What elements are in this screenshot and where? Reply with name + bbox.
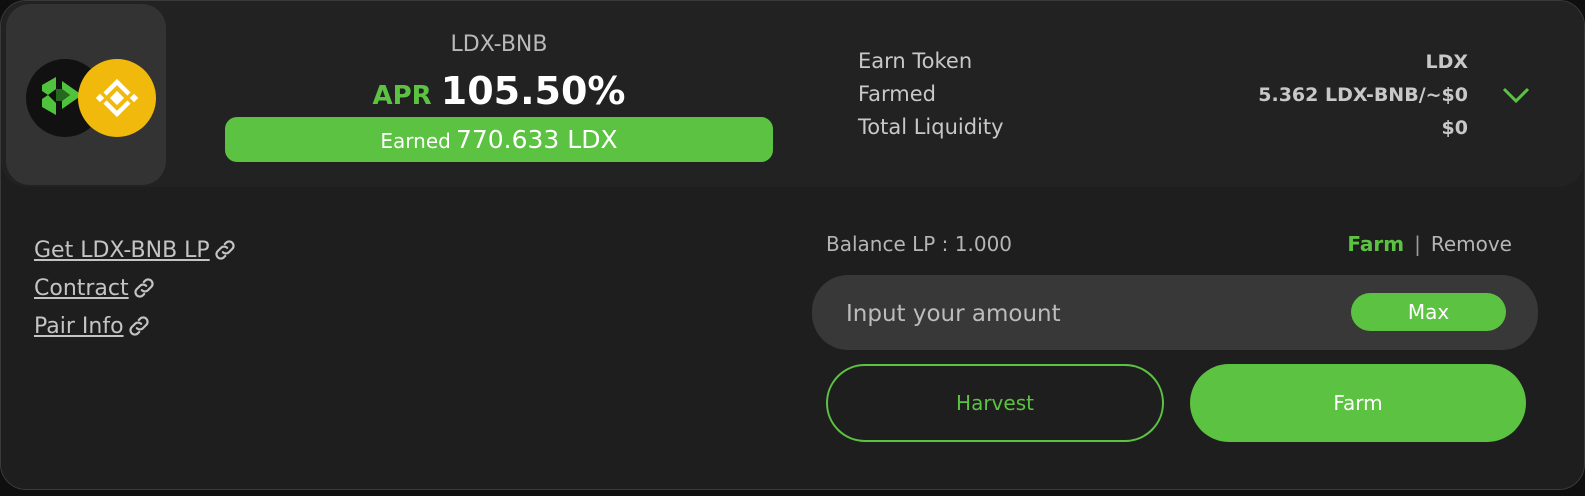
get-lp-link-label: Get LDX-BNB LP [34, 237, 210, 263]
farm-button[interactable]: Farm [1190, 364, 1526, 442]
total-liquidity-value: $0 [1441, 117, 1468, 139]
contract-link-label: Contract [34, 275, 129, 301]
earn-token-label: Earn Token [858, 49, 973, 73]
get-lp-link[interactable]: Get LDX-BNB LP [34, 231, 238, 269]
farm-card-header[interactable]: LDX-BNB APR 105.50% Earned 770.633 LDX E… [1, 1, 1584, 187]
earned-label: Earned [380, 129, 451, 153]
earn-token-value: LDX [1425, 51, 1468, 73]
link-icon [215, 240, 235, 260]
farmed-value: 5.362 LDX-BNB/~$0 [1258, 84, 1468, 106]
tab-separator: | [1414, 232, 1421, 256]
link-icon [128, 316, 149, 336]
link-icon [134, 278, 154, 298]
earned-value: 770.633 LDX [455, 125, 618, 154]
total-liquidity-label: Total Liquidity [858, 115, 1004, 139]
pair-info-link[interactable]: Pair Info [34, 307, 238, 345]
farm-card: LDX-BNB APR 105.50% Earned 770.633 LDX E… [0, 0, 1585, 490]
apr-value: 105.50% [440, 69, 626, 113]
tab-farm[interactable]: Farm [1347, 232, 1404, 256]
pair-info-link-label: Pair Info [34, 313, 124, 339]
tab-remove[interactable]: Remove [1431, 232, 1512, 256]
amount-input[interactable] [844, 275, 1328, 352]
bnb-logo-icon [78, 59, 156, 137]
chevron-down-icon[interactable] [1501, 85, 1531, 105]
pair-name: LDX-BNB [450, 32, 548, 57]
contract-link[interactable]: Contract [34, 269, 238, 307]
harvest-button[interactable]: Harvest [826, 364, 1164, 442]
token-pair-logo [6, 4, 166, 185]
amount-field: Max [812, 275, 1538, 352]
mode-tabs: Farm | Remove [1347, 232, 1512, 256]
farmed-label: Farmed [858, 82, 936, 106]
farm-links: Get LDX-BNB LP Contract Pair Info [34, 231, 238, 345]
earned-banner: Earned 770.633 LDX [225, 117, 773, 162]
max-button[interactable]: Max [1351, 293, 1506, 331]
lp-balance: Balance LP : 1.000 [826, 232, 1013, 256]
apr-row: APR 105.50% [225, 69, 773, 113]
apr-label: APR [372, 81, 432, 111]
